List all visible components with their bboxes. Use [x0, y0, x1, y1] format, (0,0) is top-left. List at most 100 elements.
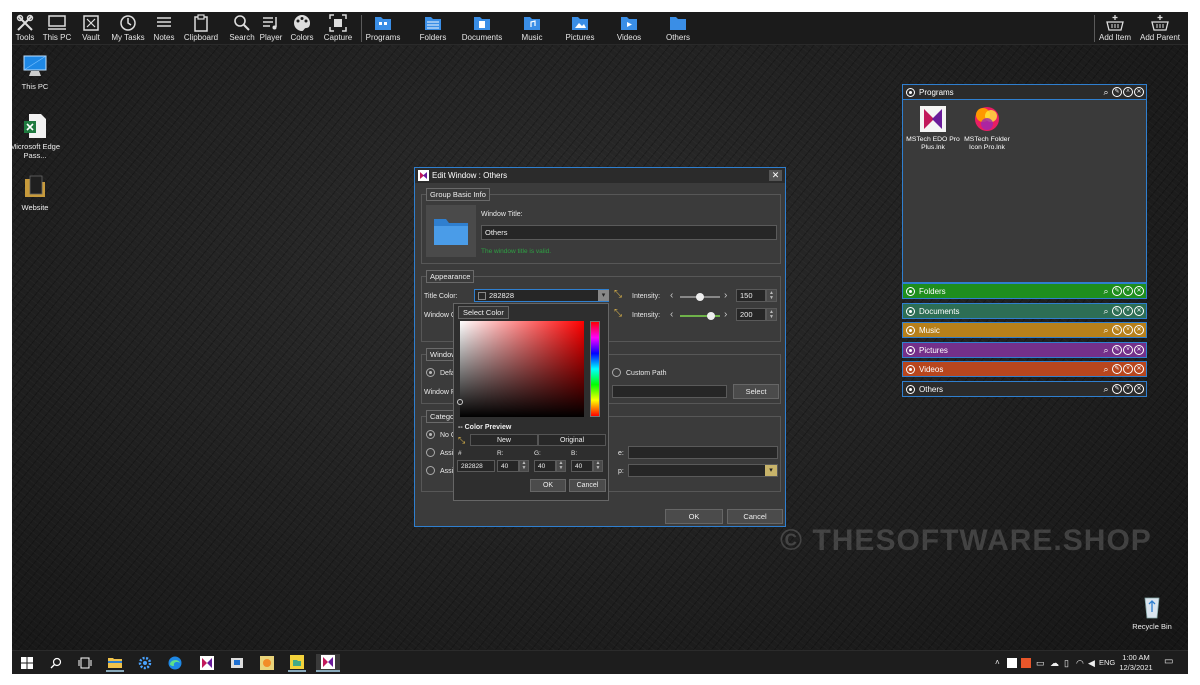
desktop-icon-recycle-bin[interactable]: Recycle Bin: [1125, 592, 1179, 631]
group-menu-icon[interactable]: [906, 306, 915, 316]
edit-icon[interactable]: ✎: [1112, 384, 1122, 394]
expand-icon[interactable]: ˅: [1123, 364, 1133, 374]
expand-icon[interactable]: ˅: [1123, 306, 1133, 316]
group-header[interactable]: Music ⌕ ✎ ˅ ✕: [903, 323, 1146, 337]
group-music[interactable]: Music ⌕ ✎ ˅ ✕: [902, 322, 1147, 338]
group-header[interactable]: Videos ⌕ ✎ ˅ ✕: [903, 362, 1146, 376]
group-menu-icon[interactable]: [906, 345, 915, 355]
no-category-radio[interactable]: [426, 430, 435, 439]
group-folders[interactable]: Folders ⌕ ✎ ˅ ✕: [902, 283, 1147, 299]
group-header[interactable]: Folders ⌕ ✎ ˅ ✕: [903, 284, 1146, 298]
edit-window-titlebar[interactable]: Edit Window : Others ✕: [415, 168, 785, 183]
search-icon[interactable]: ⌕: [1101, 325, 1111, 335]
desktop-icon-this-pc[interactable]: This PC: [12, 52, 62, 91]
expand-icon[interactable]: ˅: [1123, 286, 1133, 296]
group-item[interactable]: MSTech EDO Pro Plus.lnk: [905, 104, 961, 152]
expand-icon[interactable]: ˅: [1123, 345, 1133, 355]
tray-overflow-icon[interactable]: ˄: [995, 658, 1000, 667]
tray-app-icon[interactable]: [1007, 658, 1017, 668]
eyedropper-icon[interactable]: ⤡: [614, 308, 622, 319]
window-title-input[interactable]: Others: [481, 225, 777, 240]
color-cursor[interactable]: [457, 399, 463, 405]
close-icon[interactable]: ✕: [1134, 306, 1144, 316]
edit-icon[interactable]: ✎: [1112, 306, 1122, 316]
folder-preview[interactable]: [426, 205, 476, 257]
intensity-slider-1[interactable]: [680, 293, 720, 301]
eyedropper-icon[interactable]: ⤡: [614, 289, 622, 300]
intensity-stepper-2[interactable]: ▲ ▼: [766, 308, 777, 321]
search-icon[interactable]: ⌕: [1101, 306, 1111, 316]
default-path-radio[interactable]: [426, 368, 435, 377]
group-programs[interactable]: Programs ⌕ ✎ ˄ ✕ MSTech EDO Pro Plus.lnk MS…: [902, 84, 1147, 283]
select-path-button[interactable]: Select: [733, 384, 779, 399]
saturation-value-area[interactable]: [457, 321, 584, 417]
toolbar-folder-music[interactable]: Music: [517, 13, 547, 44]
file-explorer-icon[interactable]: [106, 654, 124, 672]
slider-knob[interactable]: [707, 312, 716, 320]
group-item[interactable]: MSTech Folder Icon Pro.lnk: [959, 104, 1015, 152]
g-stepper[interactable]: ▲ ▼: [556, 460, 566, 472]
toolbar-my-tasks-button[interactable]: My Tasks: [110, 13, 146, 44]
ok-button[interactable]: OK: [665, 509, 723, 524]
b-stepper[interactable]: ▲ ▼: [593, 460, 603, 472]
edge-browser-icon[interactable]: [166, 654, 184, 672]
folder-icon-app[interactable]: [288, 654, 306, 672]
toolbar-folder-others[interactable]: Others: [664, 13, 692, 44]
chevron-right-icon[interactable]: ›: [724, 290, 727, 301]
add-item-button[interactable]: Add Item: [1097, 13, 1133, 44]
slider-knob[interactable]: [696, 293, 704, 301]
chevron-right-icon[interactable]: ›: [724, 309, 727, 320]
volume-icon[interactable]: ◀: [1088, 658, 1095, 669]
toolbar-folder-folders[interactable]: Folders: [414, 13, 452, 44]
edit-icon[interactable]: ✎: [1112, 364, 1122, 374]
edit-icon[interactable]: ✎: [1112, 345, 1122, 355]
notification-icon[interactable]: ▭: [1164, 656, 1173, 667]
group-videos[interactable]: Videos ⌕ ✎ ˅ ✕: [902, 361, 1147, 377]
group-documents[interactable]: Documents ⌕ ✎ ˅ ✕: [902, 303, 1147, 319]
r-input[interactable]: 40: [497, 460, 519, 472]
category-name-input[interactable]: [628, 446, 778, 459]
close-icon[interactable]: ✕: [1134, 345, 1144, 355]
windows-start-icon[interactable]: [18, 654, 36, 672]
b-input[interactable]: 40: [571, 460, 593, 472]
search-icon[interactable]: ⌕: [1101, 87, 1111, 97]
expand-icon[interactable]: ˅: [1123, 384, 1133, 394]
chevron-left-icon[interactable]: ‹: [670, 290, 673, 301]
picker-ok-button[interactable]: OK: [530, 479, 566, 492]
g-input[interactable]: 40: [534, 460, 556, 472]
tray-cloud-icon[interactable]: ☁: [1050, 658, 1059, 669]
toolbar-notes-button[interactable]: Notes: [151, 13, 177, 44]
window-path-input[interactable]: [612, 385, 727, 398]
intensity-stepper-1[interactable]: ▲ ▼: [766, 289, 777, 302]
tray-app-icon[interactable]: [1021, 658, 1031, 668]
intensity-input-1[interactable]: 150: [736, 289, 766, 302]
desktop-icon-website[interactable]: Website: [12, 173, 62, 212]
paint-app-icon[interactable]: [258, 654, 276, 672]
group-menu-icon[interactable]: [906, 384, 915, 394]
edit-icon[interactable]: ✎: [1112, 286, 1122, 296]
toolbar-clipboard-button[interactable]: Clipboard: [182, 13, 220, 44]
window-app-icon[interactable]: [228, 654, 246, 672]
toolbar-tools-button[interactable]: Tools: [14, 13, 36, 44]
edit-icon[interactable]: ✎: [1112, 87, 1122, 97]
add-parent-button[interactable]: Add Parent: [1139, 13, 1181, 44]
mstech-edo-icon[interactable]: [198, 654, 216, 672]
assign-category-radio[interactable]: [426, 448, 435, 457]
r-stepper[interactable]: ▲ ▼: [519, 460, 529, 472]
search-icon[interactable]: [47, 654, 65, 672]
toolbar-colors-button[interactable]: Colors: [289, 13, 315, 44]
tray-battery-icon[interactable]: ▯: [1064, 658, 1069, 669]
hex-input[interactable]: 282828: [457, 460, 495, 472]
toolbar-vault-button[interactable]: Vault: [79, 13, 103, 44]
language-indicator[interactable]: ENG: [1099, 658, 1115, 667]
intensity-slider-2[interactable]: [680, 312, 720, 320]
group-select[interactable]: [628, 464, 778, 477]
collapse-icon[interactable]: ˄: [1123, 87, 1133, 97]
clock[interactable]: 1:00 AM 12/3/2021: [1118, 653, 1154, 673]
group-menu-icon[interactable]: [906, 364, 915, 374]
toolbar-player-button[interactable]: Player: [257, 13, 285, 44]
close-icon[interactable]: ✕: [1134, 364, 1144, 374]
toolbar-folder-pictures[interactable]: Pictures: [564, 13, 596, 44]
expand-icon[interactable]: ˅: [1123, 325, 1133, 335]
group-others[interactable]: Others ⌕ ✎ ˅ ✕: [902, 381, 1147, 397]
